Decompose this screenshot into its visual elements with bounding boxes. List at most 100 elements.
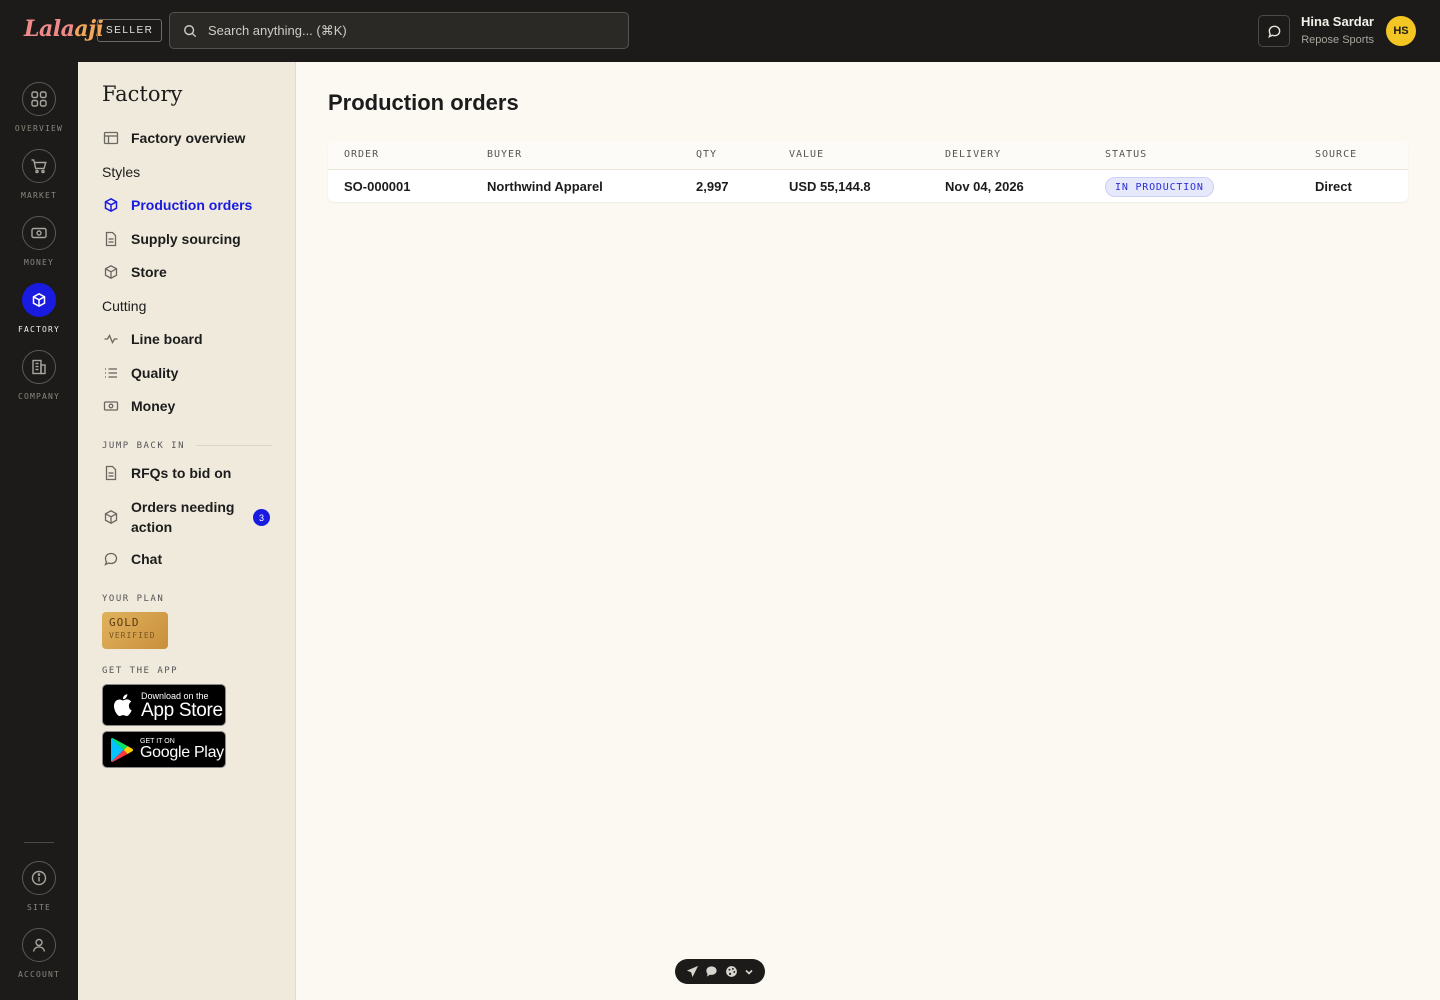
- search-input[interactable]: [208, 23, 608, 38]
- sidebar-item-label: RFQs to bid on: [131, 464, 232, 481]
- sidebar-item-orders-needing-action[interactable]: Orders needing action: [102, 497, 234, 537]
- grid-icon: [31, 91, 47, 107]
- production-orders-table: ORDER BUYER QTY VALUE DELIVERY STATUS SO…: [328, 142, 1408, 202]
- column-header-delivery[interactable]: DELIVERY: [945, 149, 1001, 160]
- rail-item-account[interactable]: ACCOUNT: [0, 928, 78, 979]
- store-small-text: Download on the: [141, 690, 209, 701]
- sidebar-heading-styles[interactable]: Styles: [102, 164, 140, 180]
- sidebar-title: Factory: [102, 82, 183, 106]
- rail-label: SITE: [26, 903, 52, 912]
- sidebar-item-label: Orders needing action: [131, 499, 235, 535]
- banknote-icon: [103, 400, 118, 411]
- cart-icon: [31, 159, 47, 174]
- status-badge: IN PRODUCTION: [1105, 177, 1214, 197]
- user-name: Hina Sardar: [1301, 14, 1374, 29]
- rail-label: COMPANY: [17, 392, 61, 401]
- sidebar-item-rfqs[interactable]: RFQs to bid on: [102, 464, 231, 481]
- palette-icon[interactable]: [725, 965, 738, 978]
- section-label-your-plan: YOUR PLAN: [102, 594, 165, 604]
- app-store-button[interactable]: Download on the App Store: [102, 684, 226, 726]
- top-bar: Lalaaji SELLER Hina Sardar Repose Sports…: [0, 0, 1440, 62]
- rail-item-factory[interactable]: FACTORY: [0, 283, 78, 334]
- rail-item-site[interactable]: SITE: [0, 861, 78, 912]
- rail-item-overview[interactable]: OVERVIEW: [0, 82, 78, 133]
- checklist-icon: [104, 367, 117, 378]
- activity-icon: [104, 333, 117, 344]
- rail-label: MONEY: [23, 258, 55, 267]
- sidebar-item-chat[interactable]: Chat: [102, 550, 162, 567]
- sidebar-item-label: Store: [131, 263, 167, 280]
- search-icon: [184, 24, 197, 37]
- chat-bubble-icon: [103, 552, 117, 566]
- sidebar-item-label: Money: [131, 397, 176, 414]
- plan-status: VERIFIED: [109, 631, 156, 640]
- chevron-down-icon[interactable]: [744, 967, 754, 977]
- plan-name: GOLD: [109, 616, 140, 629]
- sidebar-item-label: Line board: [131, 330, 203, 347]
- section-divider: [196, 445, 272, 446]
- send-icon[interactable]: [686, 965, 699, 978]
- column-header-order[interactable]: ORDER: [344, 149, 379, 160]
- rail-item-company[interactable]: COMPANY: [0, 350, 78, 401]
- chat-button[interactable]: [1258, 15, 1290, 47]
- rail-label: FACTORY: [17, 325, 61, 334]
- sidebar-item-factory-overview[interactable]: Factory overview: [102, 129, 245, 146]
- cell-source: Direct: [1315, 179, 1352, 194]
- user-org: Repose Sports: [1301, 34, 1374, 46]
- banknote-icon: [31, 227, 47, 239]
- table-header-row: ORDER BUYER QTY VALUE DELIVERY STATUS SO…: [328, 142, 1408, 170]
- plan-badge[interactable]: GOLD VERIFIED: [102, 612, 168, 649]
- column-header-source[interactable]: SOURCE: [1315, 149, 1357, 160]
- cube-icon: [104, 264, 117, 279]
- store-large-text: Google Play: [140, 744, 224, 761]
- column-header-value[interactable]: VALUE: [789, 149, 824, 160]
- user-info[interactable]: Hina Sardar Repose Sports: [1301, 14, 1374, 46]
- cube-icon: [32, 292, 46, 308]
- count-badge: 3: [253, 509, 270, 526]
- document-icon: [105, 465, 116, 480]
- cube-icon: [104, 197, 117, 212]
- cell-order[interactable]: SO-000001: [344, 179, 411, 194]
- google-play-button[interactable]: GET IT ON Google Play: [102, 731, 226, 768]
- column-header-buyer[interactable]: BUYER: [487, 149, 522, 160]
- comment-icon[interactable]: [705, 965, 718, 978]
- sidebar-item-line-board[interactable]: Line board: [102, 330, 203, 347]
- sidebar-item-store[interactable]: Store: [102, 263, 167, 280]
- section-label-jump-back-in: JUMP BACK IN: [102, 441, 186, 451]
- search-bar[interactable]: [169, 12, 629, 49]
- sidebar-item-quality[interactable]: Quality: [102, 364, 178, 381]
- cell-buyer: Northwind Apparel: [487, 179, 603, 194]
- rail-item-market[interactable]: MARKET: [0, 149, 78, 200]
- rail-item-money[interactable]: MONEY: [0, 216, 78, 267]
- sidebar-item-production-orders[interactable]: Production orders: [102, 196, 252, 213]
- sidebar-item-label: Supply sourcing: [131, 230, 241, 247]
- layout-icon: [103, 131, 118, 144]
- sidebar-item-label: Factory overview: [131, 129, 246, 146]
- cell-qty: 2,997: [696, 179, 729, 194]
- building-icon: [32, 359, 46, 375]
- floating-toolbar: [675, 959, 765, 984]
- column-header-qty[interactable]: QTY: [696, 149, 717, 160]
- sidebar-item-money[interactable]: Money: [102, 397, 175, 414]
- sidebar-heading-cutting[interactable]: Cutting: [102, 298, 146, 314]
- app-logo[interactable]: Lalaaji: [24, 16, 104, 42]
- column-header-status[interactable]: STATUS: [1105, 149, 1147, 160]
- sidebar-item-label: Chat: [131, 550, 163, 567]
- sidebar-item-label: Production orders: [131, 196, 253, 213]
- factory-sidebar: Factory Factory overview Styles Producti…: [78, 62, 296, 1000]
- section-label-get-the-app: GET THE APP: [102, 666, 179, 676]
- left-rail: OVERVIEW MARKET MONEY FACTORY COMPANY SI…: [0, 62, 78, 1000]
- document-icon: [105, 231, 116, 246]
- info-icon: [31, 870, 47, 886]
- chat-bubble-icon: [1267, 25, 1280, 38]
- seller-badge: SELLER: [97, 19, 163, 42]
- apple-icon: [113, 694, 132, 716]
- rail-divider: [24, 842, 54, 843]
- cell-delivery: Nov 04, 2026: [945, 179, 1024, 194]
- rail-label: MARKET: [20, 191, 58, 200]
- rail-label: ACCOUNT: [17, 970, 61, 979]
- avatar[interactable]: HS: [1386, 16, 1416, 46]
- sidebar-item-supply-sourcing[interactable]: Supply sourcing: [102, 230, 241, 247]
- cube-icon: [104, 510, 117, 524]
- page-title: Production orders: [328, 90, 519, 115]
